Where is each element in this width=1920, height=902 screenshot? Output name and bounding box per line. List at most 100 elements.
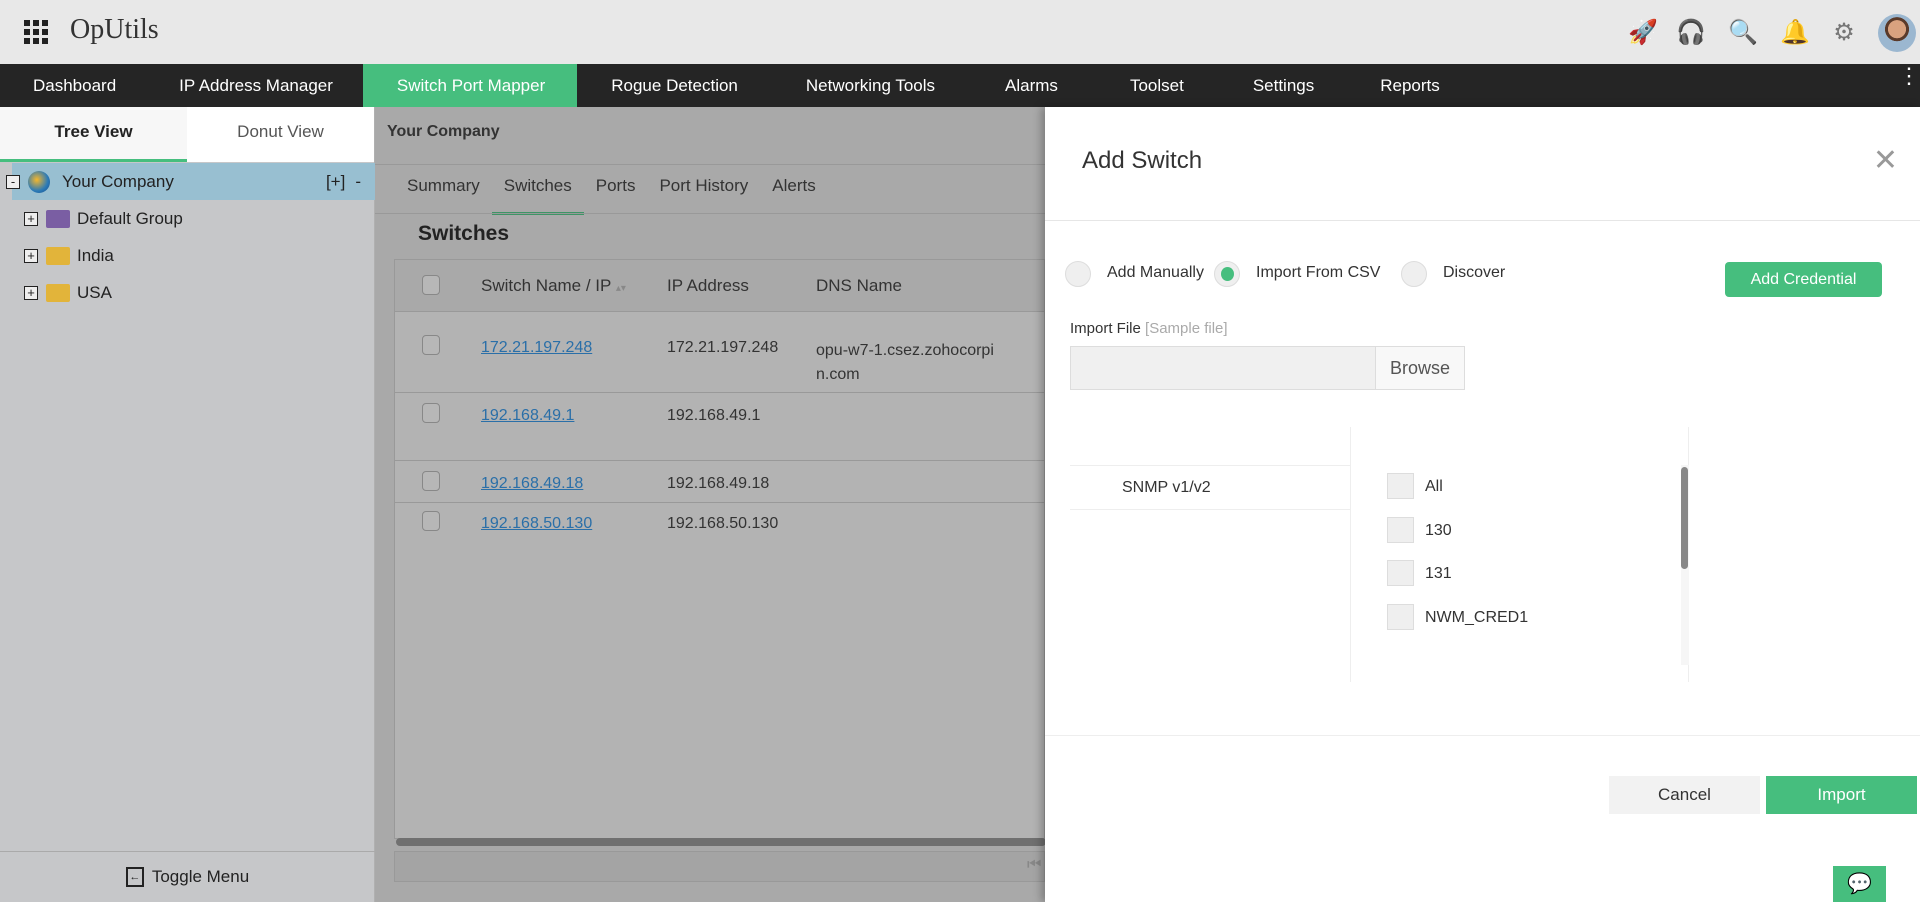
folder-icon [46,283,70,302]
sort-icon[interactable]: ▴▾ [616,283,626,294]
credential-checkbox-130[interactable] [1387,517,1414,543]
collapse-icon[interactable]: - [6,174,20,189]
credential-label: NWM_CRED1 [1425,609,1529,626]
nav-switch-port-mapper[interactable]: Switch Port Mapper [362,64,578,107]
switch-link[interactable]: 192.168.49.1 [481,407,574,425]
sample-file-link[interactable]: [Sample file] [1145,320,1228,337]
row-checkbox[interactable] [422,511,440,531]
table-row: 192.168.50.130 192.168.50.130 [395,503,1044,553]
table-row: 192.168.49.1 192.168.49.1 [395,393,1044,461]
add-credential-button[interactable]: Add Credential [1725,262,1882,297]
import-button[interactable]: Import [1766,776,1917,814]
nav-reports[interactable]: Reports [1347,64,1473,107]
rocket-icon[interactable]: 🚀 [1627,16,1659,48]
nav-dashboard[interactable]: Dashboard [0,64,149,107]
tree-item-india[interactable]: + India [0,237,375,274]
globe-icon [28,170,50,193]
avatar[interactable] [1878,14,1916,52]
radio-label: Import From CSV [1256,264,1381,281]
toggle-menu-button[interactable]: ← Toggle Menu [0,851,375,902]
credential-type-snmp[interactable]: SNMP v1/v2 [1070,465,1350,510]
horizontal-scrollbar[interactable] [396,838,1046,846]
chat-icon[interactable]: 💬 [1833,866,1886,902]
first-page-icon[interactable]: ⏮ [1027,856,1041,874]
tab-ports[interactable]: Ports [584,172,648,215]
radio-label: Discover [1443,264,1506,281]
tab-alerts[interactable]: Alerts [760,172,827,215]
expand-icon[interactable]: + [24,285,38,300]
search-icon[interactable]: 🔍 [1727,16,1759,48]
headset-icon[interactable]: 🎧 [1675,16,1707,48]
tree-item-your-company[interactable]: - Your Company [+] - [0,163,375,200]
more-menu-icon[interactable]: ⋮ [1898,65,1920,87]
collapse-all-button[interactable]: - [355,172,361,192]
close-icon[interactable]: ✕ [1873,143,1898,178]
column-ip-address[interactable]: IP Address [667,276,749,296]
main-nav: Dashboard IP Address Manager Switch Port… [0,64,1920,107]
app-grid-icon[interactable] [24,20,48,44]
nav-ip-address-manager[interactable]: IP Address Manager [149,64,363,107]
column-switch-name[interactable]: Switch Name / IP ▴▾ [481,276,626,296]
bell-icon[interactable]: 🔔 [1779,16,1811,48]
dns-name: opu-w7-1.csez.zohocorpin.com [816,342,994,383]
label: Import File [1070,320,1141,337]
nav-settings[interactable]: Settings [1220,64,1347,107]
tree-item-default-group[interactable]: + Default Group [0,200,375,237]
tab-port-history[interactable]: Port History [647,172,760,215]
table-row: 192.168.49.18 192.168.49.18 [395,461,1044,503]
column-dns-name[interactable]: DNS Name [816,276,902,296]
credential-checkbox-131[interactable] [1387,560,1414,586]
switch-link[interactable]: 192.168.49.18 [481,475,583,493]
credential-checkbox-nwm-cred1[interactable] [1387,604,1414,630]
browse-button[interactable]: Browse [1375,346,1465,390]
dialog-title: Add Switch [1082,147,1203,174]
expand-icon[interactable]: + [24,248,38,263]
ip-address: 192.168.50.130 [667,515,779,532]
toggle-menu-label: Toggle Menu [151,867,250,886]
switch-link[interactable]: 192.168.50.130 [481,515,592,533]
add-switch-dialog: Add Switch ✕ Add Manually Import From CS… [1045,107,1920,902]
gear-icon[interactable]: ⚙ [1828,16,1860,48]
vertical-scrollbar[interactable] [1681,467,1688,569]
app-title: OpUtils [70,14,159,45]
nav-toolset[interactable]: Toolset [1094,64,1220,107]
row-checkbox[interactable] [422,335,440,355]
nav-networking-tools[interactable]: Networking Tools [772,64,969,107]
switch-link[interactable]: 172.21.197.248 [481,339,592,357]
radio-import-from-csv[interactable] [1214,261,1240,287]
credential-label: 130 [1425,522,1452,539]
select-all-checkbox[interactable] [422,275,440,295]
toggle-menu-icon: ← [125,867,144,887]
tab-donut-view[interactable]: Donut View [187,107,374,162]
tab-tree-view[interactable]: Tree View [0,107,187,162]
top-header: OpUtils 🚀 🎧 🔍 🔔 ⚙ [0,0,1920,64]
nav-alarms[interactable]: Alarms [969,64,1094,107]
divider [375,164,1045,165]
row-checkbox[interactable] [422,471,440,491]
divider [1045,220,1920,221]
cancel-button[interactable]: Cancel [1609,776,1760,814]
credential-label: 131 [1425,565,1452,582]
content-tabs: Summary Switches Ports Port History Aler… [395,172,828,215]
tab-summary[interactable]: Summary [395,172,492,215]
switches-table: Switch Name / IP ▴▾ IP Address DNS Name … [394,259,1045,839]
expand-icon[interactable]: + [24,211,38,226]
folder-icon [46,246,70,265]
tree-item-usa[interactable]: + USA [0,274,375,311]
expand-all-button[interactable]: [+] [326,172,345,192]
row-checkbox[interactable] [422,403,440,423]
nav-rogue-detection[interactable]: Rogue Detection [577,64,772,107]
tree-item-label: India [77,245,114,265]
radio-add-manually[interactable] [1065,261,1091,287]
tree: - Your Company [+] - + Default Group + I… [0,163,375,311]
tab-switches[interactable]: Switches [491,172,584,215]
credential-label: All [1425,478,1443,495]
breadcrumb: Your Company [387,123,500,140]
tree-item-label: Your Company [62,171,174,191]
pagination-bar: ⏮ [394,851,1045,882]
ip-address: 192.168.49.18 [667,475,770,492]
credential-checkbox-all[interactable] [1387,473,1414,499]
tree-item-label: Default Group [77,208,183,228]
radio-discover[interactable] [1401,261,1427,287]
left-panel: Tree View Donut View - Your Company [+] … [0,107,375,902]
